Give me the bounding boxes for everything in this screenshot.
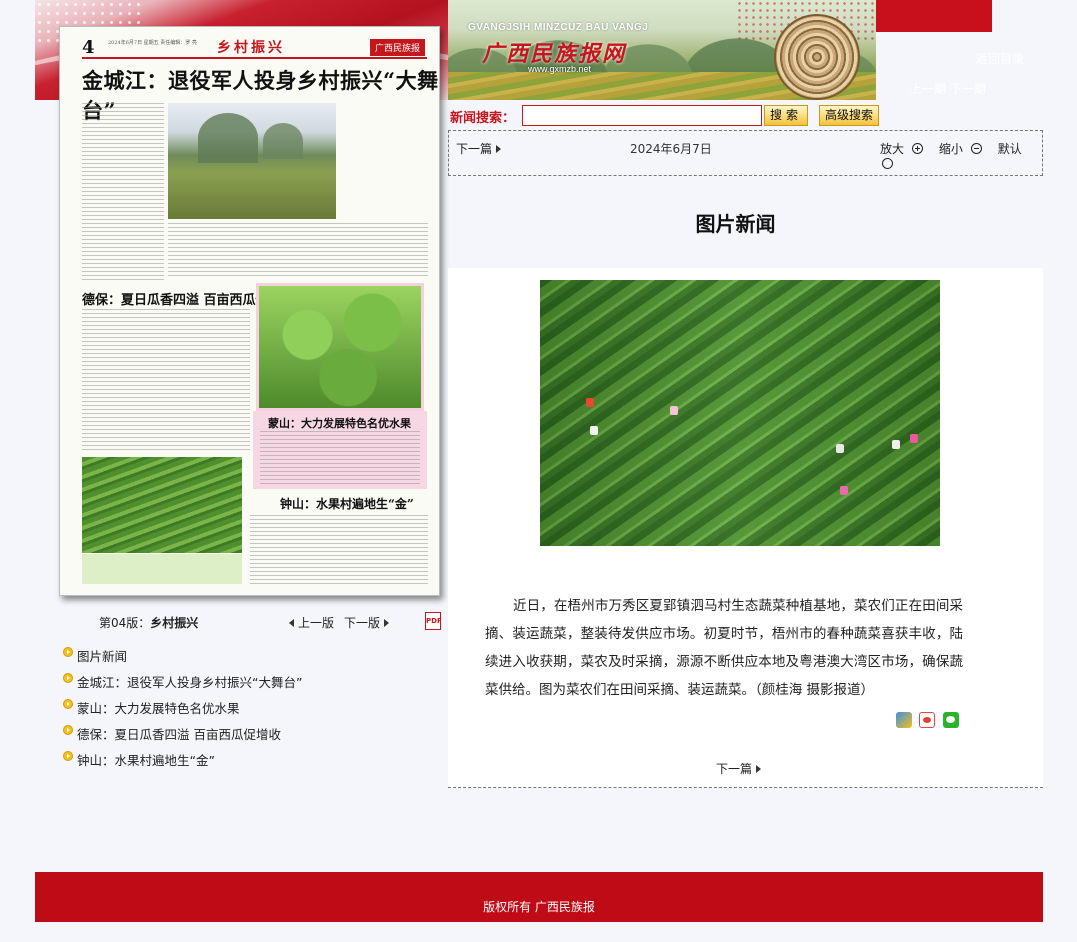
share-weibo-icon[interactable] (919, 712, 935, 728)
site-url: www.gxmzb.net (528, 64, 592, 74)
advanced-search-button[interactable]: 高级搜索 (819, 105, 879, 126)
newspaper-page-image[interactable]: 4 2024年6月7日 星期五 责任编辑：罗 亮 乡村振兴 广西民族报 金城江：… (59, 26, 440, 596)
article-link[interactable]: 德保：夏日瓜香四溢 百亩西瓜促增收 (77, 727, 281, 742)
list-item[interactable]: 金城江：退役军人投身乡村振兴“大舞台” (63, 670, 443, 696)
article-title: 图片新闻 (695, 212, 776, 236)
site-footer: 版权所有 广西民族报 (35, 872, 1043, 922)
zoom-default-label: 默认 (997, 142, 1022, 156)
share-wechat-icon[interactable] (943, 712, 959, 728)
news-search: 新闻搜索： 搜索 高级搜索 (450, 104, 890, 128)
paper-subhead[interactable]: 钟山：水果村遍地生“金” (280, 495, 414, 512)
bullet-icon (63, 699, 73, 709)
zoom-out-button[interactable]: 缩小 (939, 142, 988, 156)
paper-text-column (168, 223, 428, 279)
zoom-in-label: 放大 (880, 142, 905, 156)
site-logo-banner[interactable]: GVANGJSIH MINZCUZ BAU VANGJ 广西民族报网 www.g… (448, 0, 876, 100)
photo-worker (836, 444, 844, 453)
banner-red-block (876, 0, 992, 32)
zoom-out-label: 缩小 (938, 142, 963, 156)
zoom-default-icon (882, 158, 893, 169)
bottom-next-article-label: 下一篇 (716, 762, 753, 776)
site-pinyin-title: GVANGJSIH MINZCUZ BAU VANGJ (468, 22, 649, 33)
article-link[interactable]: 蒙山：大力发展特色名优水果 (77, 701, 240, 716)
photo-worker (670, 406, 678, 415)
list-item[interactable]: 蒙山：大力发展特色名优水果 (63, 696, 443, 722)
paper-header: 4 2024年6月7日 星期五 责任编辑：罗 亮 乡村振兴 广西民族报 (82, 37, 427, 59)
paper-text-column (82, 309, 250, 453)
article-list: 图片新闻 金城江：退役军人投身乡村振兴“大舞台” 蒙山：大力发展特色名优水果 德… (63, 644, 443, 774)
list-item[interactable]: 钟山：水果村遍地生“金” (63, 748, 443, 774)
bullet-icon (63, 751, 73, 761)
arrow-right-icon (384, 619, 390, 627)
arrow-right-icon (756, 765, 762, 773)
list-item[interactable]: 图片新闻 (63, 644, 443, 670)
zoom-in-icon (912, 143, 924, 154)
bullet-icon (63, 673, 73, 683)
paper-photo-fruit[interactable] (256, 283, 424, 411)
search-label: 新闻搜索： (450, 111, 516, 126)
paper-text-column (82, 103, 164, 283)
search-button[interactable]: 搜索 (764, 105, 808, 126)
paper-brand: 广西民族报 (369, 39, 425, 56)
list-item[interactable]: 德保：夏日瓜香四溢 百亩西瓜促增收 (63, 722, 443, 748)
arrow-left-icon (289, 619, 294, 627)
article-link[interactable]: 金城江：退役军人投身乡村振兴“大舞台” (77, 675, 302, 690)
bullet-icon (63, 725, 73, 735)
article-toolbar: 下一篇 2024年6月7日 放大 缩小 默认 (448, 130, 1043, 176)
photo-worker (892, 440, 900, 449)
photo-shade (540, 280, 940, 546)
paper-subhead[interactable]: 蒙山：大力发展特色名优水果 (268, 415, 411, 431)
paper-page-date: 2024年6月7日 星期五 责任编辑：罗 亮 (108, 40, 197, 46)
share-qzone-icon[interactable] (896, 712, 912, 728)
photo-worker (586, 398, 594, 407)
edition-label: 第04版：乡村振兴 (99, 614, 198, 631)
edition-nav: 第04版：乡村振兴 上一版 下一版 PDF (59, 612, 449, 632)
photo-worker (910, 434, 918, 443)
next-edition-link[interactable]: 下一版 (344, 614, 390, 631)
copyright-text: 版权所有 广西民族报 (483, 900, 595, 914)
paper-caption-box (82, 554, 242, 584)
article-link[interactable]: 图片新闻 (77, 649, 127, 664)
photo-worker (840, 486, 848, 495)
photo-worker (590, 426, 598, 435)
bullet-icon (63, 647, 73, 657)
zoom-out-icon (970, 143, 982, 154)
edition-name: 乡村振兴 (150, 616, 199, 630)
paper-section-title: 乡村振兴 (217, 40, 285, 56)
paper-page-number: 4 (82, 37, 95, 58)
article-photo[interactable] (540, 280, 940, 546)
paper-photo-vegetables[interactable] (82, 457, 242, 553)
issue-date: 2024年6月7日 (630, 142, 712, 156)
next-article-link[interactable]: 下一篇 (456, 140, 502, 157)
issue-nav-link[interactable]: 上一期 下一期 (910, 80, 986, 97)
edition-prefix: 第04版： (99, 616, 151, 630)
article-body: 近日，在梧州市万秀区夏郢镇泗马村生态蔬菜种植基地，菜农们正在田间采摘、装运蔬菜，… (485, 598, 963, 698)
prev-edition-label: 上一版 (298, 616, 335, 630)
bottom-next-article-link[interactable]: 下一篇 (716, 760, 762, 777)
paper-text-column (250, 515, 428, 587)
paper-photo-veterans[interactable] (168, 103, 336, 219)
search-input[interactable] (522, 105, 762, 126)
zoom-controls: 放大 缩小 默认 (880, 140, 1042, 171)
next-article-label: 下一篇 (456, 142, 493, 156)
next-edition-label: 下一版 (344, 616, 381, 630)
prev-edition-link[interactable]: 上一版 (289, 614, 334, 631)
zoom-in-button[interactable]: 放大 (880, 142, 929, 156)
back-to-index-link[interactable]: 返回目录 (976, 50, 1024, 67)
arrow-right-icon (496, 145, 502, 153)
bronze-drum-icon (774, 14, 860, 100)
article-link[interactable]: 钟山：水果村遍地生“金” (77, 753, 215, 768)
pdf-download-icon[interactable]: PDF (425, 612, 442, 630)
paper-text-column (260, 431, 420, 485)
